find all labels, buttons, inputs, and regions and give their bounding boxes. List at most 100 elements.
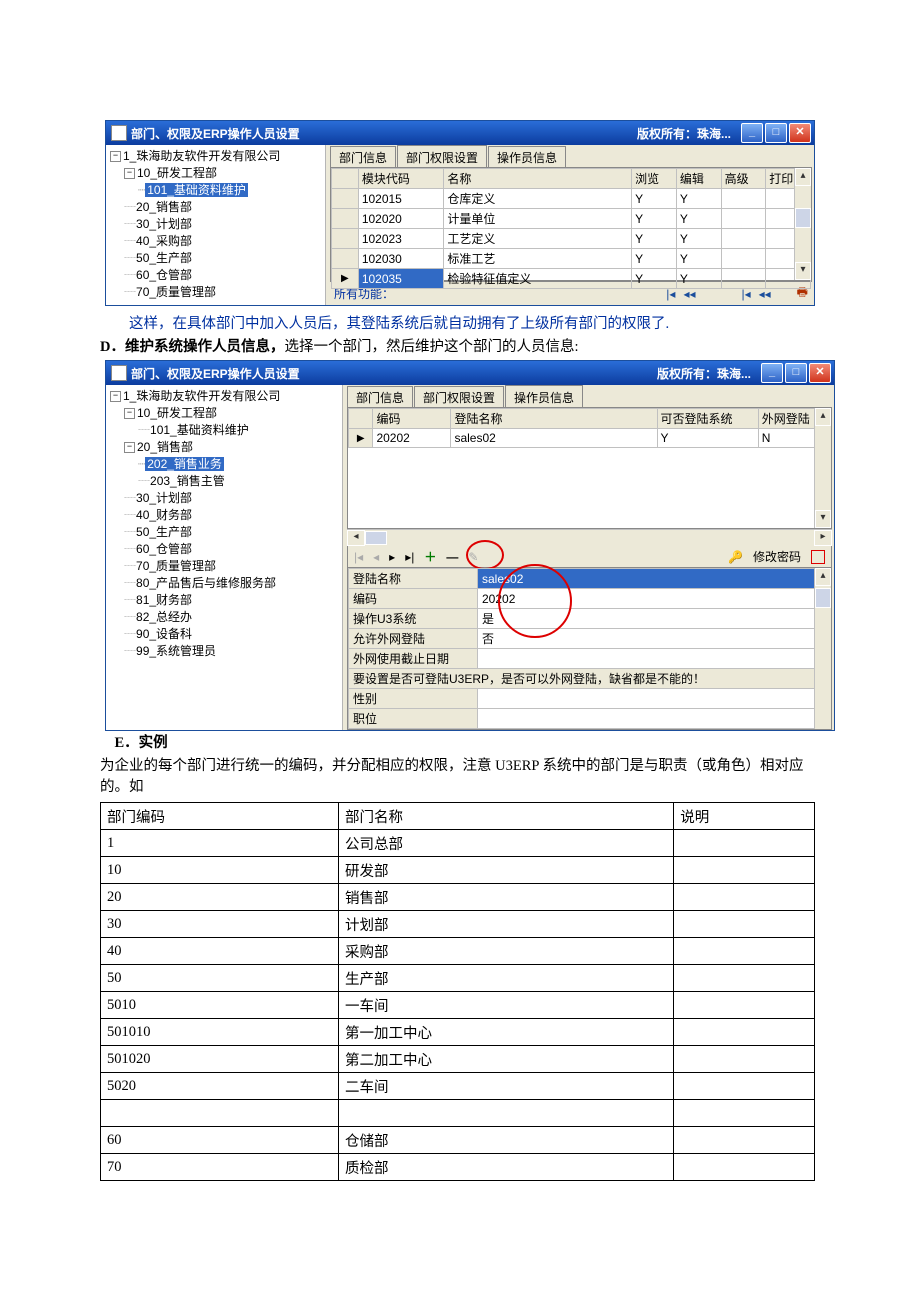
tree-label[interactable]: 101_基础资料维护	[150, 423, 249, 437]
scroll-up-icon[interactable]: ▴	[815, 568, 831, 586]
edit-record-icon[interactable]: ✎	[468, 550, 478, 564]
tree-label[interactable]: 202_销售业务	[145, 457, 224, 471]
nav-prev-icon[interactable]: ◂	[373, 550, 379, 564]
table-cell[interactable]: 102035	[358, 269, 444, 289]
detail-value[interactable]: 20202	[478, 589, 831, 609]
operator-grid[interactable]: 编码登陆名称可否登陆系统外网登陆 ▶20202sales02YN	[348, 408, 831, 448]
tree-label[interactable]: 10_研发工程部	[137, 406, 217, 420]
tab[interactable]: 部门信息	[330, 146, 396, 167]
scroll-up-icon[interactable]: ▴	[795, 168, 811, 186]
tree-node[interactable]: ┈40_财务部	[124, 507, 340, 524]
tree-node[interactable]: −20_销售部┈202_销售业务┈203_销售主管	[124, 439, 340, 490]
tree-node[interactable]: ┈99_系统管理员	[124, 643, 340, 660]
table-cell[interactable]: 检验特征值定义	[444, 269, 632, 289]
add-record-icon[interactable]: ＋	[424, 548, 436, 565]
tree-label[interactable]: 101_基础资料维护	[145, 183, 248, 197]
tree-node[interactable]: − 1_珠海助友软件开发有限公司 −10_研发工程部┈101_基础资料维护┈20_销…	[110, 148, 323, 301]
delete-record-icon[interactable]: —	[446, 550, 458, 564]
tree-node[interactable]: ┈20_销售部	[124, 199, 323, 216]
tree-node[interactable]: ┈30_计划部	[124, 490, 340, 507]
detail-row[interactable]: 外网使用截止日期	[349, 649, 831, 669]
maximize-button[interactable]: □	[765, 123, 787, 143]
tree-node[interactable]: −1_珠海助友软件开发有限公司−10_研发工程部┈101_基础资料维护−20_销…	[110, 388, 340, 660]
table-cell[interactable]: Y	[676, 229, 721, 249]
tree-label[interactable]: 60_仓管部	[136, 542, 192, 556]
table-cell[interactable]: 仓库定义	[444, 189, 632, 209]
tab[interactable]: 操作员信息	[488, 146, 566, 167]
table-cell[interactable]: Y	[632, 249, 677, 269]
detail-row[interactable]: 职位	[349, 709, 831, 729]
tree-node[interactable]: ┈203_销售主管	[138, 473, 340, 490]
tree-pane[interactable]: − 1_珠海助友软件开发有限公司 −10_研发工程部┈101_基础资料维护┈20_销…	[106, 145, 326, 305]
tree-label[interactable]: 90_设备科	[136, 627, 192, 641]
tree-label[interactable]: 10_研发工程部	[137, 166, 217, 180]
table-cell[interactable]: 102015	[358, 189, 444, 209]
vertical-scrollbar[interactable]: ▴ ▾	[814, 408, 831, 528]
column-header[interactable]: 登陆名称	[451, 409, 657, 429]
tree-node[interactable]: −10_研发工程部┈101_基础资料维护	[124, 165, 323, 199]
table-cell[interactable]	[721, 229, 766, 249]
table-cell[interactable]: 计量单位	[444, 209, 632, 229]
tree-label[interactable]: 20_销售部	[136, 200, 192, 214]
column-header[interactable]: 名称	[444, 169, 632, 189]
column-header[interactable]: 可否登陆系统	[657, 409, 758, 429]
checkbox[interactable]	[811, 550, 825, 564]
detail-grid[interactable]: 登陆名称sales02编码20202操作U3系统是允许外网登陆否外网使用截止日期…	[347, 568, 832, 730]
scroll-thumb[interactable]	[795, 208, 811, 228]
tree-pane[interactable]: −1_珠海助友软件开发有限公司−10_研发工程部┈101_基础资料维护−20_销…	[106, 385, 343, 730]
column-header[interactable]: 浏览	[632, 169, 677, 189]
vertical-scrollbar[interactable]: ▴	[814, 568, 831, 729]
scroll-up-icon[interactable]: ▴	[815, 408, 831, 426]
permissions-grid[interactable]: 模块代码名称浏览编辑高级打印 102015仓库定义YY102020计量单位YY1…	[331, 168, 811, 289]
table-cell[interactable]	[332, 229, 359, 249]
tab[interactable]: 部门权限设置	[414, 386, 504, 407]
table-row[interactable]: ▶102035检验特征值定义YY	[332, 269, 811, 289]
tree-node[interactable]: ┈202_销售业务	[138, 456, 340, 473]
detail-value[interactable]	[478, 649, 831, 669]
table-row[interactable]: ▶20202sales02YN	[349, 429, 831, 448]
table-cell[interactable]: Y	[676, 269, 721, 289]
table-cell[interactable]: 工艺定义	[444, 229, 632, 249]
column-header[interactable]: 模块代码	[358, 169, 444, 189]
tab[interactable]: 部门权限设置	[397, 145, 487, 168]
tree-label[interactable]: 20_销售部	[137, 440, 193, 454]
table-cell[interactable]: Y	[657, 429, 758, 448]
tree-label[interactable]: 50_生产部	[136, 525, 192, 539]
column-header[interactable]: 编码	[373, 409, 451, 429]
horizontal-scrollbar[interactable]: ◂ ▸	[347, 529, 832, 546]
change-password-button[interactable]: 修改密码	[753, 548, 801, 565]
table-cell[interactable]	[721, 189, 766, 209]
tree-node[interactable]: ┈60_仓管部	[124, 541, 340, 558]
table-cell[interactable]: Y	[632, 209, 677, 229]
nav-first-icon[interactable]: |◂	[354, 550, 363, 564]
table-cell[interactable]: 102020	[358, 209, 444, 229]
tab[interactable]: 操作员信息	[505, 385, 583, 408]
titlebar[interactable]: 部门、权限及ERP操作人员设置 版权所有：珠海... _ □ ✕	[106, 121, 814, 145]
tree-expander-icon[interactable]: −	[124, 408, 135, 419]
minimize-button[interactable]: _	[741, 123, 763, 143]
detail-value[interactable]: sales02	[478, 569, 831, 589]
table-cell[interactable]: sales02	[451, 429, 657, 448]
table-cell[interactable]	[332, 189, 359, 209]
nav-next-icon[interactable]: ▸	[389, 550, 395, 564]
table-row[interactable]: 102020计量单位YY	[332, 209, 811, 229]
tree-label[interactable]: 80_产品售后与维修服务部	[136, 576, 276, 590]
tree-node[interactable]: ┈50_生产部	[124, 250, 323, 267]
detail-value[interactable]: 是	[478, 609, 831, 629]
tree-expander-icon[interactable]: −	[124, 168, 135, 179]
scroll-right-icon[interactable]: ▸	[814, 530, 832, 546]
tree-node[interactable]: ┈82_总经办	[124, 609, 340, 626]
tree-label[interactable]: 1_珠海助友软件开发有限公司	[123, 149, 280, 163]
column-header[interactable]: 高级	[721, 169, 766, 189]
tree-node[interactable]: ┈90_设备科	[124, 626, 340, 643]
close-button[interactable]: ✕	[789, 123, 811, 143]
scroll-down-icon[interactable]: ▾	[795, 262, 811, 280]
table-cell[interactable]: Y	[676, 209, 721, 229]
vertical-scrollbar[interactable]: ▴ ▾	[794, 168, 811, 280]
tree-node[interactable]: ┈81_财务部	[124, 592, 340, 609]
scroll-thumb[interactable]	[815, 588, 831, 608]
column-header[interactable]: 编辑	[676, 169, 721, 189]
table-cell[interactable]: Y	[632, 189, 677, 209]
detail-value[interactable]	[478, 689, 831, 709]
tree-node[interactable]: ┈60_仓管部	[124, 267, 323, 284]
